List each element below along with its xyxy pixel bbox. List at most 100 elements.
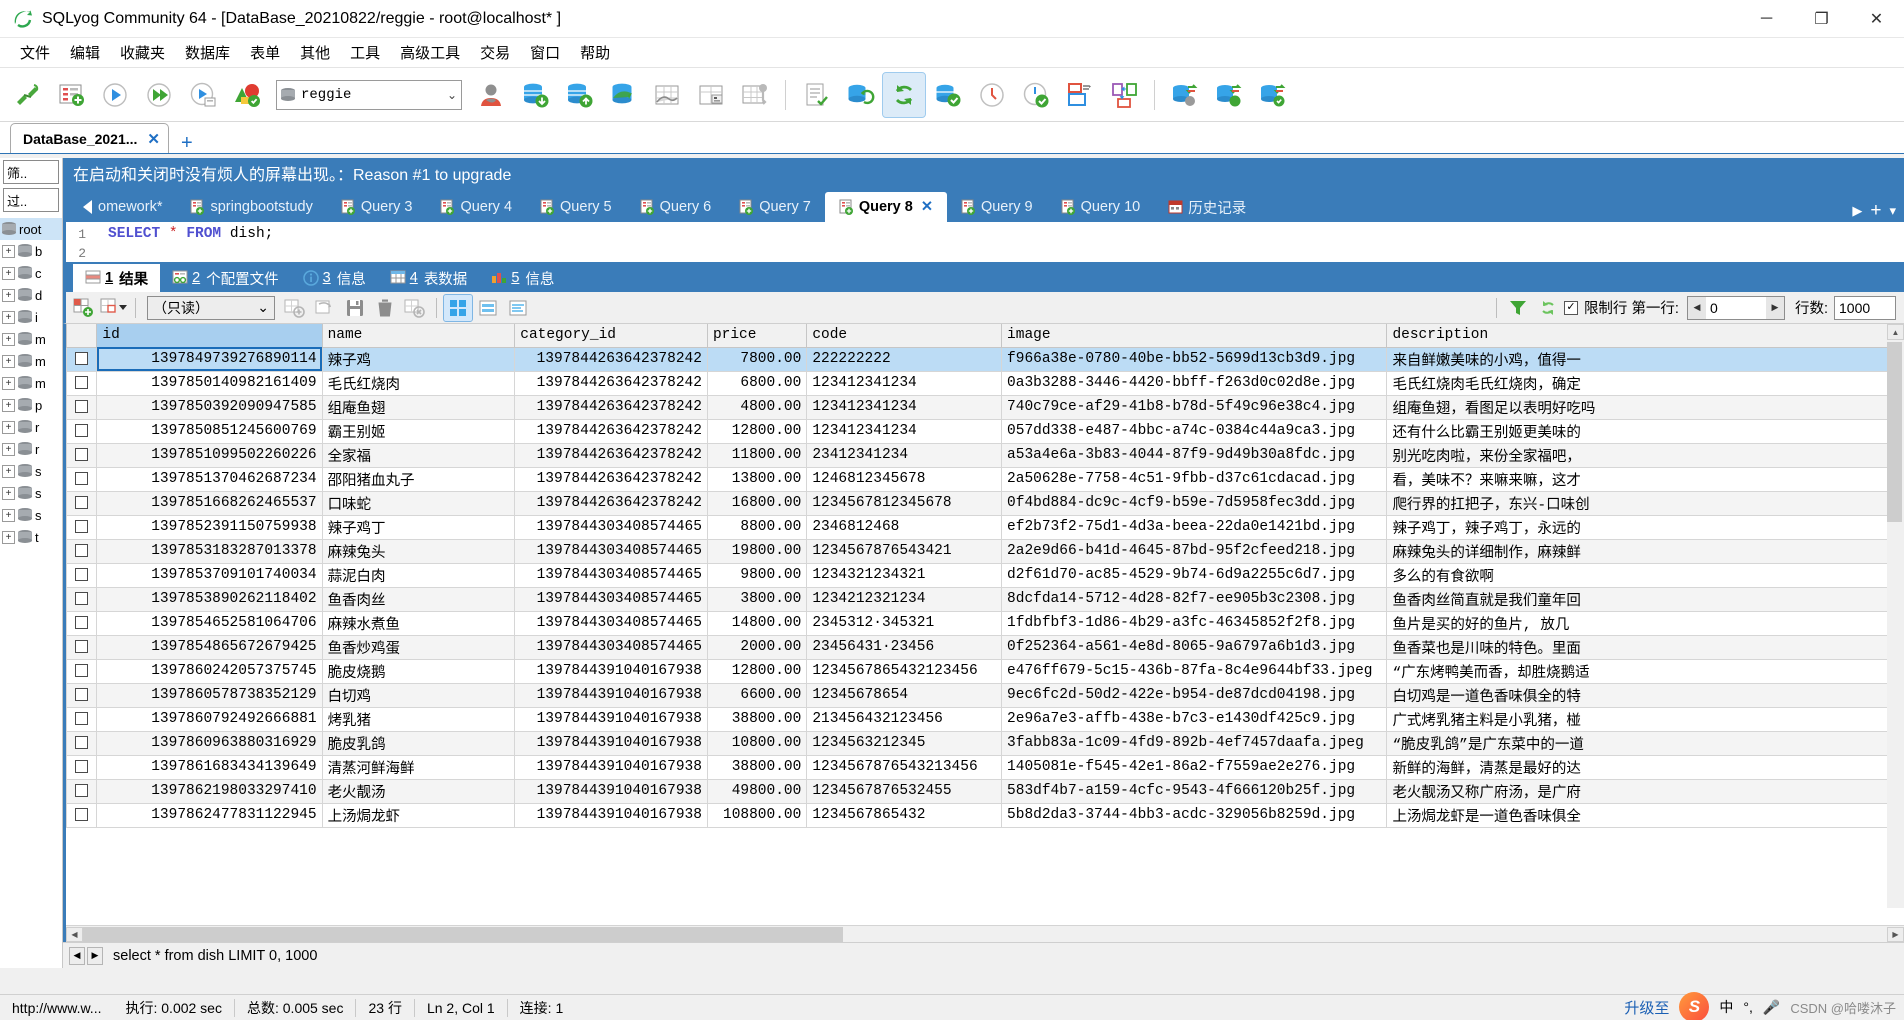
cell-category-id[interactable]: 1397844391040167938: [514, 707, 708, 732]
cell-code[interactable]: 123412341234: [806, 419, 1003, 444]
cell-name[interactable]: 麻辣水煮鱼: [321, 611, 516, 636]
cell-description[interactable]: 辣子鸡丁，辣子鸡丁，永远的: [1386, 515, 1904, 540]
result-tab-table-data[interactable]: 4 表数据: [378, 264, 480, 292]
cell-description[interactable]: 老火靓汤又称广府汤，是广府: [1386, 779, 1904, 804]
row-checkbox[interactable]: [75, 663, 89, 677]
cell-category-id[interactable]: 1397844391040167938: [514, 659, 708, 684]
row-checkbox-cell[interactable]: [66, 683, 98, 708]
expander-icon[interactable]: +: [2, 442, 15, 456]
cell-price[interactable]: 38800.00: [706, 707, 808, 732]
cell-description[interactable]: 来自鲜嫩美味的小鸡，值得一: [1386, 347, 1904, 372]
cell-price[interactable]: 38800.00: [706, 755, 808, 780]
cell-image[interactable]: 740c79ce-af29-41b8-b78d-5f49c96e38c4.jpg: [1001, 395, 1388, 420]
validate-sql-button[interactable]: [795, 73, 837, 117]
query-tab-5[interactable]: Query 5: [526, 192, 626, 222]
backup-database-button[interactable]: [514, 73, 556, 117]
rows-count-stepper[interactable]: [1834, 295, 1896, 320]
row-checkbox[interactable]: [75, 759, 89, 773]
expander-icon[interactable]: +: [2, 464, 15, 478]
flush-database-button[interactable]: [927, 73, 969, 117]
cell-description[interactable]: 别光吃肉啦，来份全家福吧，: [1386, 443, 1904, 468]
result-data-grid[interactable]: id name category_id price code image des…: [63, 324, 1904, 942]
cell-image[interactable]: 2e96a7e3-affb-438e-b7c3-e1430df425c9.jpg: [1001, 707, 1388, 732]
row-checkbox-cell[interactable]: [66, 731, 98, 756]
sogou-ime-icon[interactable]: S: [1679, 992, 1710, 1020]
cell-code[interactable]: 1234321234321: [806, 563, 1003, 588]
cell-category-id[interactable]: 1397844303408574465: [514, 635, 708, 660]
result-tab-messages[interactable]: 3 信息: [291, 264, 378, 292]
cell-code[interactable]: 1234212321234: [806, 587, 1003, 612]
cell-description[interactable]: “广东烤鸭美而香，却胜烧鹅适: [1386, 659, 1904, 684]
add-query-tab-button[interactable]: +: [1870, 200, 1881, 222]
cell-price[interactable]: 13800.00: [706, 467, 808, 492]
stop-query-button[interactable]: [226, 73, 268, 117]
expander-icon[interactable]: +: [2, 288, 15, 302]
cell-image[interactable]: 5b8d2da3-3744-4bb3-acdc-329056b8259d.jpg: [1001, 803, 1388, 828]
menu-item-database[interactable]: 数据库: [175, 39, 240, 66]
stepper-decrement-icon[interactable]: ◀: [1687, 296, 1706, 319]
table-row[interactable]: 1397850392090947585 组庵鱼翅 139784426364237…: [66, 395, 1904, 420]
scroll-right-icon[interactable]: ▶: [1852, 203, 1862, 219]
tree-node-p[interactable]: + p: [0, 394, 62, 416]
cell-price[interactable]: 14800.00: [706, 611, 808, 636]
cell-image[interactable]: 583df4b7-a159-4cfc-9543-4f666120b25f.jpg: [1001, 779, 1388, 804]
cell-image[interactable]: 1fdbfbf3-1d86-4b29-a3fc-46345852f2f8.jpg: [1001, 611, 1388, 636]
text-view-button[interactable]: [504, 295, 532, 321]
sql-editor[interactable]: 1 2 SELECT * FROM dish;: [63, 222, 1904, 262]
cell-category-id[interactable]: 1397844263642378242: [514, 491, 708, 516]
cell-description[interactable]: 鱼香肉丝简直就是我们童年回: [1386, 587, 1904, 612]
table-row[interactable]: 1397851370462687234 邵阳猪血丸子 1397844263642…: [66, 467, 1904, 492]
first-row-stepper[interactable]: ◀ ▶: [1686, 295, 1785, 320]
table-diagnostics-button[interactable]: [690, 73, 732, 117]
cell-id[interactable]: 1397854865672679425: [96, 635, 323, 660]
row-checkbox[interactable]: [75, 687, 89, 701]
cell-description[interactable]: 广式烤乳猪主料是小乳猪，椪: [1386, 707, 1904, 732]
scroll-up-button[interactable]: ▲: [1887, 324, 1904, 340]
cell-name[interactable]: 毛氏红烧肉: [321, 371, 516, 396]
upgrade-link[interactable]: 升级至: [1624, 997, 1669, 1018]
row-checkbox-cell[interactable]: [66, 635, 98, 660]
filter-input-2[interactable]: 过..: [3, 188, 59, 212]
cell-image[interactable]: d2f61d70-ac85-4529-9b74-6d9a2255c6d7.jpg: [1001, 563, 1388, 588]
cell-category-id[interactable]: 1397844391040167938: [514, 731, 708, 756]
cell-image[interactable]: 057dd338-e487-4bbc-a74c-0384c44a9ca3.jpg: [1001, 419, 1388, 444]
vertical-scroll-thumb[interactable]: [1887, 342, 1902, 522]
cell-category-id[interactable]: 1397844263642378242: [514, 443, 708, 468]
grid-horizontal-scrollbar[interactable]: ◀ ▶: [66, 925, 1904, 942]
cell-price[interactable]: 16800.00: [706, 491, 808, 516]
data-sync-button[interactable]: [1164, 73, 1206, 117]
cell-code[interactable]: 1246812345678: [806, 467, 1003, 492]
row-checkbox[interactable]: [75, 471, 89, 485]
cell-description[interactable]: 看，美味不？来嘛来嘛，这才: [1386, 467, 1904, 492]
filter-button[interactable]: [1504, 295, 1532, 321]
tree-node-r1[interactable]: + r: [0, 416, 62, 438]
cell-price[interactable]: 11800.00: [706, 443, 808, 468]
add-record-button[interactable]: [281, 295, 309, 321]
cell-price[interactable]: 10800.00: [706, 731, 808, 756]
row-checkbox[interactable]: [75, 399, 89, 413]
query-tab-springbootstudy[interactable]: springbootstudy: [176, 192, 326, 222]
expander-icon[interactable]: +: [2, 354, 15, 368]
cell-description[interactable]: 鱼片是买的好的鱼片, 放几: [1386, 611, 1904, 636]
cell-category-id[interactable]: 1397844391040167938: [514, 755, 708, 780]
query-tab-10[interactable]: Query 10: [1047, 192, 1155, 222]
tree-node-m2[interactable]: + m: [0, 350, 62, 372]
table-row[interactable]: 1397851668262465537 口味蛇 1397844263642378…: [66, 491, 1904, 516]
cell-code[interactable]: 1234567812345678: [806, 491, 1003, 516]
data-compare-button[interactable]: [1208, 73, 1250, 117]
cell-code[interactable]: 2345312·345321: [806, 611, 1003, 636]
edit-mode-select[interactable]: （只读） ⌄: [147, 295, 275, 320]
cell-category-id[interactable]: 1397844263642378242: [514, 347, 708, 372]
row-checkbox[interactable]: [75, 711, 89, 725]
cell-code[interactable]: 1234567876543213456: [806, 755, 1003, 780]
cell-id[interactable]: 1397862198033297410: [96, 779, 323, 804]
query-builder-button[interactable]: [1059, 73, 1101, 117]
row-checkbox[interactable]: [75, 543, 89, 557]
horizontal-scroll-track[interactable]: [83, 926, 1887, 942]
manage-indexes-button[interactable]: [734, 73, 776, 117]
table-row[interactable]: 1397850851245600769 霸王别姬 139784426364237…: [66, 419, 1904, 444]
duplicate-record-button[interactable]: [311, 295, 339, 321]
table-row[interactable]: 1397851099502260226 全家福 1397844263642378…: [66, 443, 1904, 468]
cell-price[interactable]: 9800.00: [706, 563, 808, 588]
tree-node-i[interactable]: + i: [0, 306, 62, 328]
